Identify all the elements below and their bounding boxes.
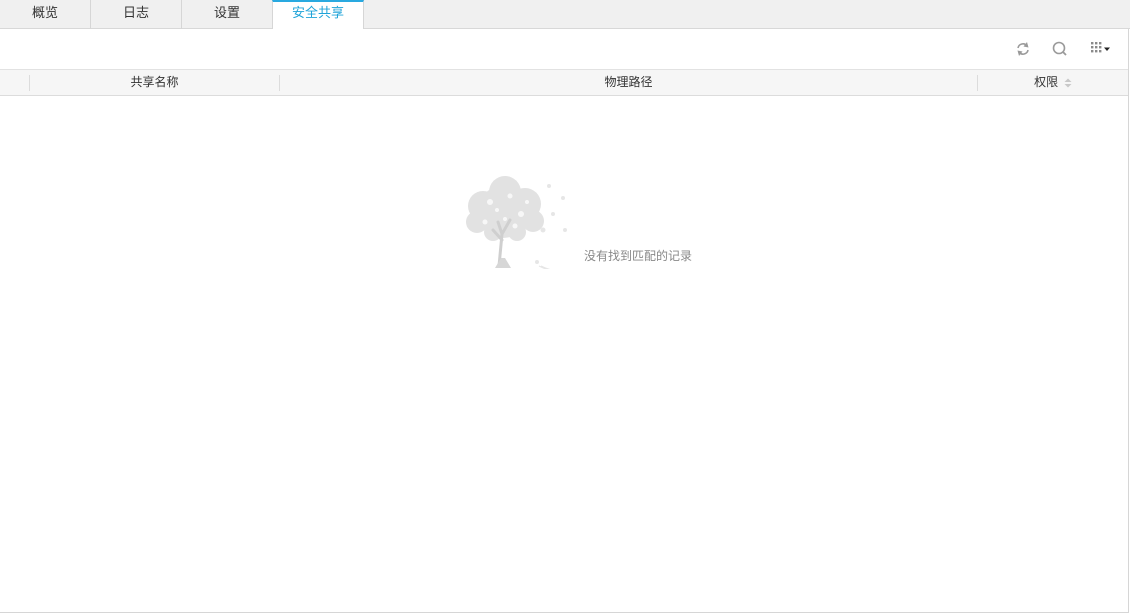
column-header-physical-path[interactable]: 物理路径 [280,70,977,96]
tab-overview[interactable]: 概览 [0,0,91,29]
tab-bar: 概览 日志 设置 安全共享 [0,0,1130,30]
refresh-icon [1017,42,1029,56]
content-panel: 共享名称 物理路径 权限 没有找到匹配的记录 [0,29,1129,613]
tab-secure-share[interactable]: 安全共享 [272,0,364,30]
table-header: 共享名称 物理路径 权限 [0,69,1128,96]
refresh-button[interactable] [1012,39,1034,59]
tab-logs[interactable]: 日志 [91,0,182,29]
column-header-permission[interactable]: 权限 [978,70,1128,96]
column-header-permission-label: 权限 [1034,75,1059,89]
search-icon [1052,41,1067,56]
tree-icon [466,176,567,269]
columns-toggle-button[interactable] [1089,39,1119,59]
column-header-share-name[interactable]: 共享名称 [30,70,279,96]
search-button[interactable] [1049,39,1071,59]
sort-icon [1064,78,1072,87]
empty-state-message: 没有找到匹配的记录 [584,249,693,263]
tab-settings[interactable]: 设置 [182,0,273,29]
grid-columns-icon [1091,42,1110,53]
empty-state: 没有找到匹配的记录 [455,174,715,269]
